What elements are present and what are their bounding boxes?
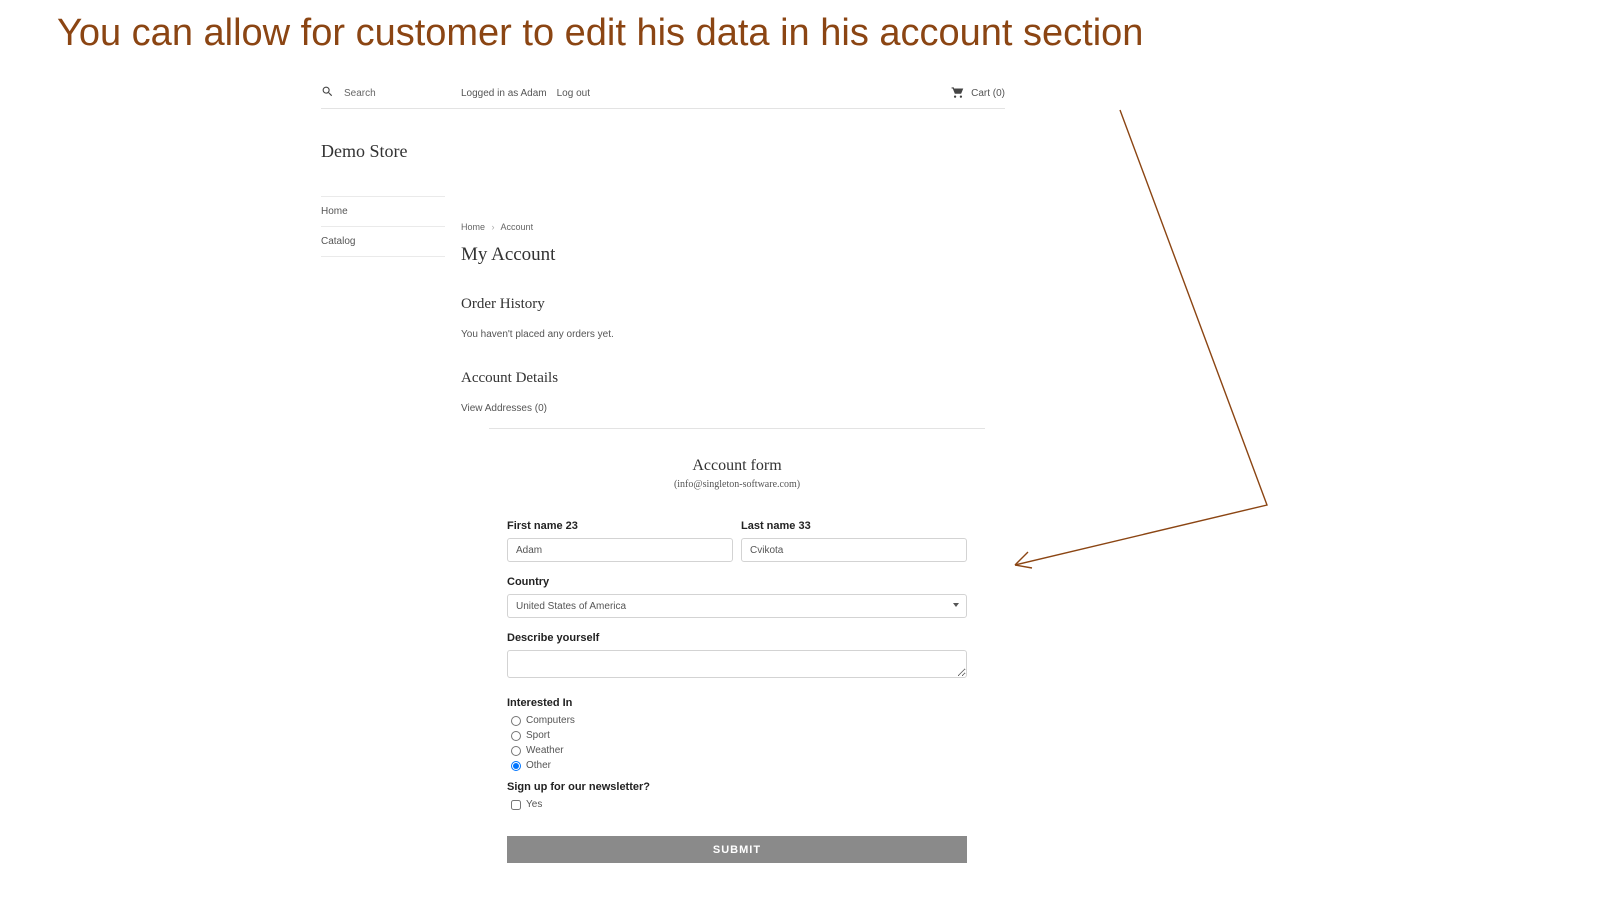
interest-radio-weather[interactable]	[511, 746, 521, 756]
cart-label: Cart (0)	[971, 88, 1005, 99]
first-name-label: First name 23	[507, 520, 733, 532]
newsletter-option-yes[interactable]: Yes	[507, 799, 967, 810]
breadcrumb-current: Account	[501, 222, 534, 232]
annotation-arrow	[995, 100, 1280, 580]
sidenav-item-home[interactable]: Home	[321, 197, 445, 227]
interest-option-other[interactable]: Other	[507, 760, 967, 771]
interest-label-sport: Sport	[526, 730, 550, 741]
cart-icon	[951, 86, 965, 101]
interest-label-weather: Weather	[526, 745, 564, 756]
last-name-input[interactable]	[741, 538, 967, 562]
form-subtitle: (info@singleton-software.com)	[489, 479, 985, 490]
order-history-heading: Order History	[461, 296, 1005, 313]
page-title: My Account	[461, 244, 1005, 266]
view-addresses-link[interactable]: View Addresses (0)	[461, 403, 1005, 414]
interest-label-other: Other	[526, 760, 551, 771]
interest-radio-sport[interactable]	[511, 731, 521, 741]
side-nav: Home Catalog	[321, 196, 445, 257]
breadcrumb-home[interactable]: Home	[461, 222, 485, 232]
interest-option-sport[interactable]: Sport	[507, 730, 967, 741]
form-title: Account form	[489, 457, 985, 475]
search-label: Search	[344, 88, 376, 99]
describe-label: Describe yourself	[507, 632, 967, 644]
interest-option-weather[interactable]: Weather	[507, 745, 967, 756]
logged-in-label[interactable]: Logged in as Adam	[461, 88, 547, 99]
logout-link[interactable]: Log out	[557, 88, 590, 99]
breadcrumb: Home › Account	[461, 222, 1005, 232]
interest-radio-other[interactable]	[511, 761, 521, 771]
store-title[interactable]: Demo Store	[321, 141, 445, 162]
country-label: Country	[507, 576, 967, 588]
account-details-heading: Account Details	[461, 370, 1005, 387]
first-name-input[interactable]	[507, 538, 733, 562]
cart-link[interactable]: Cart (0)	[951, 86, 1005, 101]
interest-option-computers[interactable]: Computers	[507, 715, 967, 726]
last-name-label: Last name 33	[741, 520, 967, 532]
storefront-panel: Search Logged in as Adam Log out Cart (0…	[321, 84, 1005, 863]
newsletter-label: Sign up for our newsletter?	[507, 781, 967, 793]
order-history-empty: You haven't placed any orders yet.	[461, 329, 1005, 340]
sidenav-item-catalog[interactable]: Catalog	[321, 227, 445, 257]
interest-radio-computers[interactable]	[511, 716, 521, 726]
search-link[interactable]: Search	[321, 85, 461, 101]
search-icon	[321, 85, 334, 101]
main-content: Home › Account My Account Order History …	[445, 109, 1005, 863]
interested-label: Interested In	[507, 697, 967, 709]
sidebar: Demo Store Home Catalog	[321, 109, 445, 863]
newsletter-checkbox[interactable]	[511, 800, 521, 810]
submit-button[interactable]: SUBMIT	[507, 836, 967, 863]
top-bar: Search Logged in as Adam Log out Cart (0…	[321, 84, 1005, 109]
country-select[interactable]: United States of America	[507, 594, 967, 618]
account-form: Account form (info@singleton-software.co…	[489, 428, 985, 863]
newsletter-option-label: Yes	[526, 799, 542, 810]
interest-label-computers: Computers	[526, 715, 575, 726]
marketing-headline: You can allow for customer to edit his d…	[57, 12, 1143, 55]
describe-textarea[interactable]	[507, 650, 967, 678]
breadcrumb-separator-icon: ›	[492, 222, 495, 232]
